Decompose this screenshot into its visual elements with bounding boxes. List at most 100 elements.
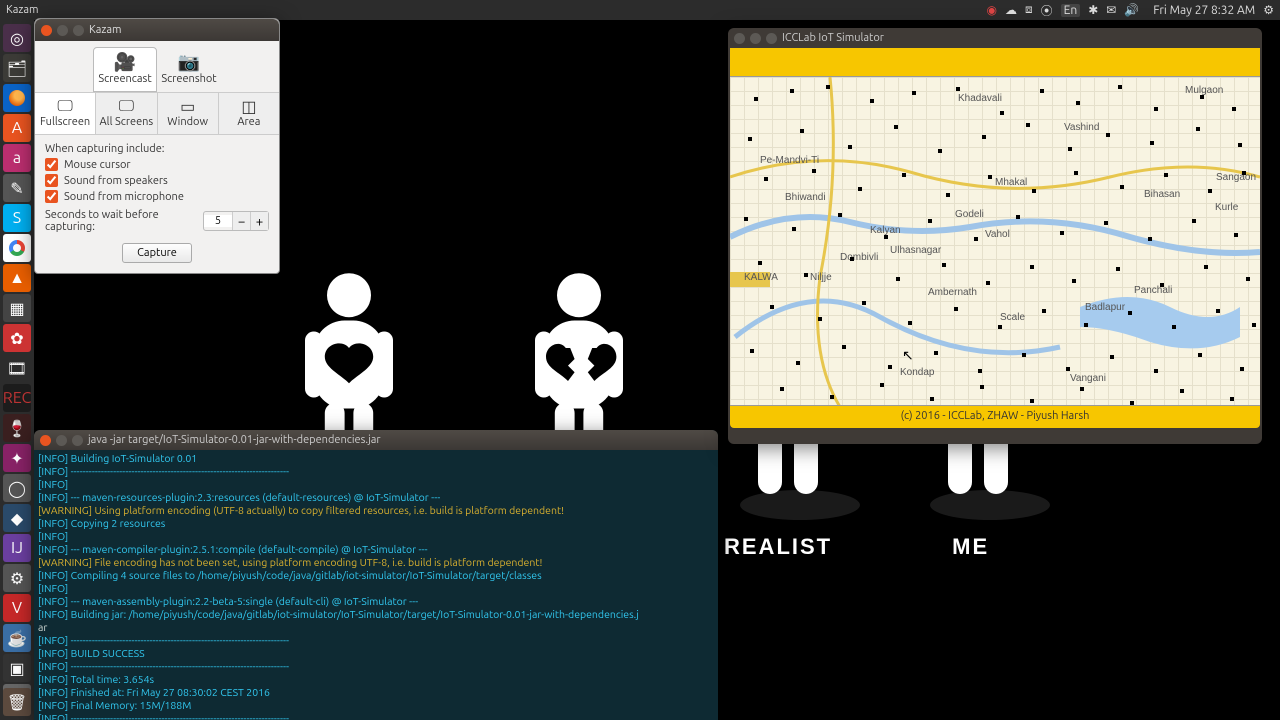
close-icon[interactable] <box>40 435 51 446</box>
wine-icon[interactable]: 🍷 <box>3 414 31 442</box>
simulator-window[interactable]: ICCLab IoT Simulator BhiwandiKalyanDombi… <box>728 28 1262 444</box>
skype-icon[interactable]: S <box>3 204 31 232</box>
sensor-dot <box>1080 387 1084 391</box>
maximize-icon[interactable] <box>73 25 84 36</box>
minimize-icon[interactable] <box>57 25 68 36</box>
sensor-dot <box>1022 353 1026 357</box>
close-icon[interactable] <box>734 33 745 44</box>
chrome-icon[interactable] <box>3 234 31 262</box>
gear-icon[interactable]: ⚙ <box>1263 3 1274 17</box>
window-title: java -jar target/IoT-Simulator-0.01-jar-… <box>88 434 381 446</box>
keyboard-lang[interactable]: En <box>1061 4 1081 17</box>
delay-spinner[interactable]: − + <box>203 211 269 231</box>
tab-screenshot[interactable]: 📷Screenshot <box>157 47 221 92</box>
map-city-label: Vahol <box>985 229 1010 240</box>
sensor-dot <box>1030 265 1034 269</box>
label-realist: REALIST <box>724 534 832 560</box>
vivaldi-icon[interactable]: V <box>3 594 31 622</box>
sensor-dot <box>1154 369 1158 373</box>
bluetooth-icon[interactable]: ✱ <box>1088 3 1098 17</box>
simulator-titlebar[interactable]: ICCLab IoT Simulator <box>728 28 1262 48</box>
terminal-window[interactable]: java -jar target/IoT-Simulator-0.01-jar-… <box>34 430 718 720</box>
sensor-dot <box>1040 89 1044 93</box>
mode-allscreens[interactable]: 🖵All Screens <box>96 93 157 134</box>
map-city-label: Mhakal <box>995 177 1027 188</box>
sensor-dot <box>974 237 978 241</box>
sensor-dot <box>1104 221 1108 225</box>
window-title: Kazam <box>89 24 122 36</box>
sensor-dot <box>1204 265 1208 269</box>
trash-icon[interactable]: 🗑 <box>3 688 31 716</box>
minimize-icon[interactable] <box>750 33 761 44</box>
mode-area[interactable]: ◫Area <box>219 93 279 134</box>
redapp-icon[interactable]: ✿ <box>3 324 31 352</box>
cloud-icon[interactable]: ☁ <box>1005 3 1017 17</box>
idea-icon[interactable]: IJ <box>3 534 31 562</box>
tab-screencast[interactable]: 🎥Screencast <box>93 47 157 92</box>
chk-speakers[interactable]: Sound from speakers <box>45 174 269 187</box>
ghex-icon[interactable]: ✦ <box>3 444 31 472</box>
sensor-dot <box>858 187 862 191</box>
software-icon[interactable]: A <box>3 114 31 142</box>
sensor-dot <box>902 173 906 177</box>
maximize-icon[interactable] <box>766 33 777 44</box>
recorder-icon[interactable]: REC <box>3 384 31 412</box>
firefox-icon[interactable] <box>3 84 31 112</box>
system-tray[interactable]: ◉ ☁ ⧈ ⦿ En ✱ ✉ 🔊 Fri May 27 8:32 AM ⚙ <box>986 2 1274 19</box>
close-icon[interactable] <box>41 25 52 36</box>
settings-icon[interactable]: ⚙ <box>3 564 31 592</box>
sensor-dot <box>1076 101 1080 105</box>
sim-map[interactable]: BhiwandiKalyanDombivliUlhasnagarAmbernat… <box>730 76 1260 406</box>
terminal-output[interactable]: [INFO] Building IoT-Simulator 0.01[INFO]… <box>34 450 718 720</box>
sensor-dot <box>1026 123 1030 127</box>
sensor-dot <box>956 87 960 91</box>
dropbox-icon[interactable]: ⧈ <box>1025 3 1033 17</box>
kazam-titlebar[interactable]: Kazam <box>35 19 279 41</box>
spin-up[interactable]: + <box>250 212 268 230</box>
files-icon[interactable]: 🗂 <box>3 54 31 82</box>
amazon-icon[interactable]: a <box>3 144 31 172</box>
allscreens-icon: 🖵 <box>96 97 156 116</box>
mode-window[interactable]: ▭Window <box>158 93 219 134</box>
map-city-label: Mulgaon <box>1185 85 1223 96</box>
map-city-label: Bihasan <box>1144 189 1180 200</box>
sensor-dot <box>1196 127 1200 131</box>
delay-input[interactable] <box>204 215 232 227</box>
wifi-icon[interactable]: ⦿ <box>1041 2 1053 19</box>
maximize-icon[interactable] <box>72 435 83 446</box>
terminal-titlebar[interactable]: java -jar target/IoT-Simulator-0.01-jar-… <box>34 430 718 450</box>
tools-icon[interactable]: ✎ <box>3 174 31 202</box>
kazam-window[interactable]: Kazam 🎥Screencast 📷Screenshot 🖵Fullscree… <box>34 18 280 274</box>
map-city-label: Pe-Mandvi-Ti <box>760 155 819 166</box>
sensor-dot <box>758 261 762 265</box>
sensor-dot <box>744 217 748 221</box>
sensor-dot <box>982 135 986 139</box>
record-icon[interactable]: ◉ <box>986 3 996 17</box>
chk-mic[interactable]: Sound from microphone <box>45 190 269 203</box>
box-icon[interactable]: ◆ <box>3 504 31 532</box>
sensor-dot <box>1074 171 1078 175</box>
minimize-icon[interactable] <box>56 435 67 446</box>
unity-launcher[interactable]: ◎ 🗂 A a ✎ S ▲ ▦ ✿ 🎞 REC 🍷 ✦ ◯ ◆ IJ ⚙ V ☕… <box>0 20 34 720</box>
mode-fullscreen[interactable]: 🖵Fullscreen <box>35 93 96 134</box>
sensor-dot <box>750 349 754 353</box>
map-city-label: Khadavali <box>958 93 1002 104</box>
terminal-icon[interactable]: ▣ <box>3 654 31 682</box>
java-icon[interactable]: ☕ <box>3 624 31 652</box>
sensor-dot <box>1192 219 1196 223</box>
film-icon[interactable]: 🎞 <box>3 354 31 382</box>
clock[interactable]: Fri May 27 8:32 AM <box>1153 4 1255 17</box>
menubar-app-title: Kazam <box>6 4 39 16</box>
mail-icon[interactable]: ✉ <box>1106 3 1116 17</box>
ring-icon[interactable]: ◯ <box>3 474 31 502</box>
calc-icon[interactable]: ▦ <box>3 294 31 322</box>
spin-down[interactable]: − <box>232 212 250 230</box>
dash-icon[interactable]: ◎ <box>3 24 31 52</box>
chk-mouse[interactable]: Mouse cursor <box>45 158 269 171</box>
terminal-line: [INFO] Copying 2 resources <box>38 517 714 530</box>
map-city-label: KALWA <box>744 272 778 283</box>
vlc-icon[interactable]: ▲ <box>3 264 31 292</box>
capture-button[interactable]: Capture <box>122 243 192 263</box>
volume-icon[interactable]: 🔊 <box>1124 3 1139 17</box>
sensor-dot <box>1160 283 1164 287</box>
